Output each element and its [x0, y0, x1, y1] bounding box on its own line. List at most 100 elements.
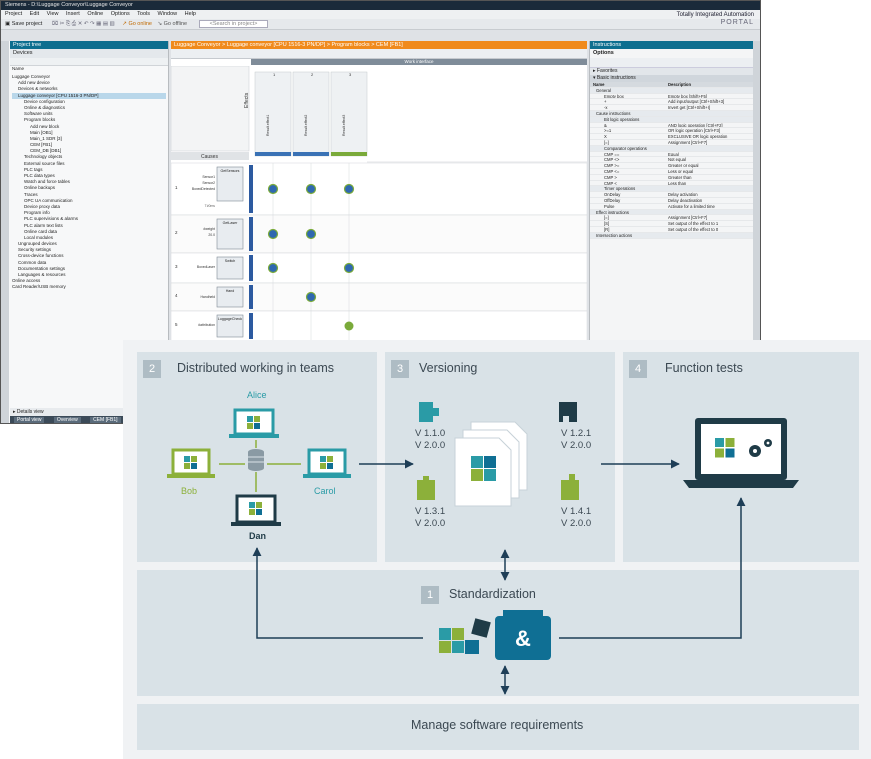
infographic-graphics: &: [167, 402, 799, 695]
work-interface-label: Work interface: [251, 59, 587, 65]
cause-input: 20.0: [208, 233, 215, 237]
alice-computer-icon: [229, 408, 279, 438]
editor-toolbar: [171, 49, 587, 59]
overview-tab[interactable]: Overview: [53, 417, 81, 423]
instruction-name: CMP <: [604, 180, 617, 186]
save-project-button[interactable]: ▣ Save project: [5, 21, 42, 27]
menu-project[interactable]: Project: [5, 11, 22, 17]
cause-box-title: Hand: [226, 289, 235, 293]
effect-col-label: Result.effect1: [266, 115, 270, 136]
go-online-button[interactable]: ↗ Go online: [122, 21, 152, 27]
instruction-name: -x: [604, 105, 608, 111]
instruction-name: CMP ==: [604, 151, 620, 157]
project-search-input[interactable]: <Search in project>: [198, 20, 269, 28]
effect-column-2[interactable]: 2 Result.effect2: [292, 71, 330, 157]
version-label-2: V 1.2.1 V 2.0.0: [561, 428, 592, 451]
menu-view[interactable]: View: [47, 11, 59, 17]
portal-view-button[interactable]: Portal view: [14, 417, 45, 423]
menu-window[interactable]: Window: [158, 11, 178, 17]
cause-input: #weight: [203, 227, 215, 231]
main-toolbar: ▣ Save project ⌧ ✂ ⎘ ⎙ ✕ ↶ ↷ ▦ ▤ ▥ ↗ Go …: [1, 19, 760, 30]
go-offline-button[interactable]: ↘ Go offline: [158, 21, 188, 27]
editor-breadcrumb: Luggage Conveyor > Luggage conveyor [CPU…: [171, 41, 587, 49]
options-label: Options: [593, 50, 614, 56]
instruction-name: Effect instructions: [596, 209, 629, 215]
version-label-1: V 1.1.0 V 2.0.0: [415, 428, 446, 451]
cem-tab[interactable]: CEM [FB1]: [90, 417, 121, 423]
menu-options[interactable]: Options: [111, 11, 130, 17]
instruction-name: [=]: [604, 139, 609, 145]
intersection-icon[interactable]: [343, 262, 355, 274]
instruction-name: Comparator operations: [604, 145, 647, 151]
tia-brand: Totally Integrated Automation PORTAL: [676, 12, 754, 26]
effect-column-1[interactable]: 1 Result.effect1: [254, 71, 292, 157]
menu-insert[interactable]: Insert: [66, 11, 80, 17]
column-name: Name: [593, 82, 605, 87]
project-tree: Luggage Conveyor Add new device Devices & …: [10, 72, 168, 293]
puzzle-piece-icon: [419, 402, 439, 422]
intersection-icon[interactable]: [305, 228, 317, 240]
cause-rows: 1GetSensorsSensor1Sensor2BoxedDetectedT#…: [171, 162, 587, 342]
instruction-name: OffDelay: [604, 197, 621, 203]
cause-parameter: T#0ms: [205, 204, 216, 208]
instruction-row[interactable]: Intersection actions: [590, 232, 753, 239]
menu-edit[interactable]: Edit: [30, 11, 39, 17]
cause-row[interactable]: 3SwitchBoxedLaser: [171, 252, 587, 284]
tree-item[interactable]: Card Reader/USB memory: [12, 284, 166, 290]
carol-computer-icon: [303, 448, 351, 478]
effects-label: Effects: [244, 92, 250, 108]
favorites-section[interactable]: ▸ Favorites: [590, 68, 753, 75]
menu-online[interactable]: Online: [87, 11, 103, 17]
intersection-icon[interactable]: [343, 183, 355, 195]
instruction-name: >=1: [604, 128, 612, 134]
effect-col-label: Result.effect2: [304, 115, 308, 136]
cause-input: #attribution: [198, 323, 215, 327]
instruction-name: CMP >: [604, 174, 617, 180]
cause-row[interactable]: 4HandHandheld: [171, 282, 587, 312]
dan-label: Dan: [249, 531, 267, 541]
instructions-table: Name Description General Empty box Empty box…: [590, 82, 753, 239]
intersection-icon[interactable]: [305, 291, 317, 303]
arrow: [252, 547, 423, 639]
database-icon: [248, 449, 264, 471]
intersection-icon[interactable]: [344, 321, 354, 331]
instruction-name: [S]: [604, 221, 610, 227]
devices-tab[interactable]: Devices: [10, 49, 168, 58]
instructions-title: Instructions: [590, 41, 753, 49]
instruction-name: CMP >=: [604, 163, 620, 169]
cause-input: Sensor1: [202, 175, 215, 179]
instruction-name: Cause instructions: [596, 110, 631, 116]
cause-row[interactable]: 1GetSensorsSensor1Sensor2BoxedDetectedT#…: [171, 162, 587, 216]
instruction-name: X: [604, 134, 607, 140]
intersection-icon[interactable]: [267, 262, 279, 274]
menu-help[interactable]: Help: [185, 11, 196, 17]
instruction-name: [R]: [604, 226, 610, 232]
version-label-4: V 1.4.1 V 2.0.0: [561, 506, 592, 529]
menu-bar: Project Edit View Insert Online Options …: [1, 10, 760, 19]
intersection-icon[interactable]: [267, 183, 279, 195]
intersection-icon[interactable]: [267, 228, 279, 240]
puzzle-piece-icon: [417, 476, 435, 500]
window-title-bar: Siemens - D:\Luggage Conveyor\Luggage Co…: [1, 1, 760, 10]
project-tree-side-strip[interactable]: [1, 41, 9, 423]
alice-label: Alice: [247, 390, 267, 400]
basic-instructions-section[interactable]: ▾ Basic instructions: [590, 75, 753, 82]
instruction-name: [=]: [604, 215, 609, 221]
document-stack-icon: [454, 421, 528, 507]
workflow-infographic: 2 Distributed working in teams 3 Version…: [123, 340, 871, 759]
instruction-name: OnDelay: [604, 192, 621, 198]
cause-input: BoxedDetected: [192, 187, 215, 191]
project-tree-title: Project tree: [10, 41, 168, 49]
instruction-name: Timer operations: [604, 186, 636, 192]
cause-input: Sensor2: [202, 181, 215, 185]
menu-tools[interactable]: Tools: [137, 11, 150, 17]
version-label-3: V 1.3.1 V 2.0.0: [415, 506, 446, 529]
intersection-icon[interactable]: [305, 183, 317, 195]
and-block-label: &: [515, 626, 531, 651]
instruction-name: CMP <=: [604, 168, 620, 174]
effect-col-label: Result.effect3: [342, 115, 346, 136]
effect-column-3[interactable]: 3 Result.effect3: [330, 71, 368, 157]
causes-label: Causes: [201, 154, 218, 160]
cause-row[interactable]: 5LuggageCheck#attribution: [171, 310, 587, 342]
cause-row[interactable]: 2GetLaser#weight20.0: [171, 214, 587, 254]
